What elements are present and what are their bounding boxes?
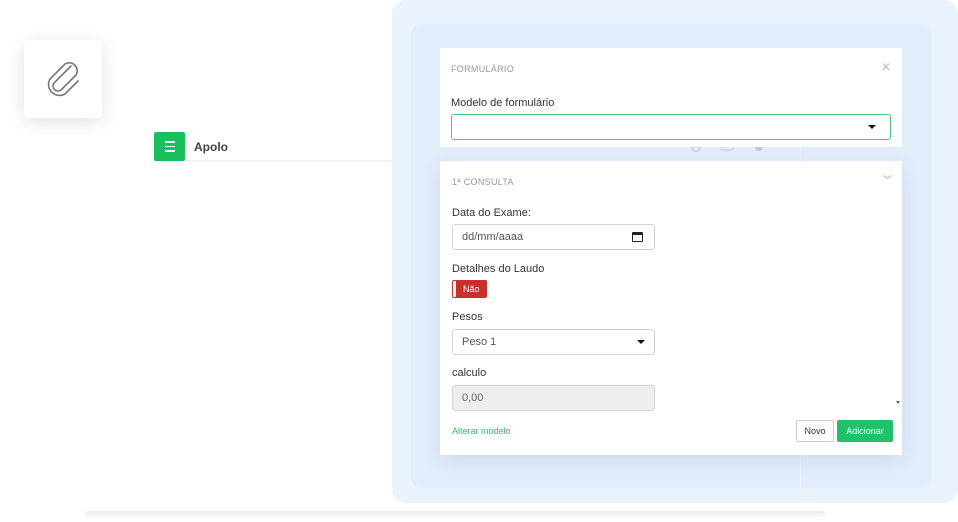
form-model-panel: FORMULÁRIO ✕ Modelo de formulário	[440, 48, 902, 147]
calc-value: 0,00	[462, 392, 484, 404]
calendar-icon[interactable]	[632, 232, 643, 242]
change-model-link[interactable]: Alterar modelo	[452, 426, 511, 436]
toggle-label: Não	[463, 284, 480, 294]
weights-value: Peso 1	[462, 336, 497, 348]
attachment-card	[24, 40, 102, 118]
add-button[interactable]: Adicionar	[837, 420, 893, 442]
scroll-down-arrow[interactable]	[896, 401, 900, 404]
panel-title: FORMULÁRIO	[451, 64, 515, 74]
close-icon[interactable]: ✕	[881, 60, 891, 74]
calc-label: calculo	[452, 367, 487, 379]
hamburger-icon[interactable]	[154, 132, 185, 161]
report-details-toggle[interactable]: Não	[452, 280, 487, 298]
caret-down-icon	[637, 340, 645, 344]
exam-date-input[interactable]: dd/mm/aaaa	[452, 224, 655, 250]
chevrons-down-icon[interactable]: ︾	[883, 173, 892, 186]
form-model-label: Modelo de formulário	[451, 97, 555, 109]
report-details-label: Detalhes do Laudo	[452, 263, 545, 275]
weights-select[interactable]: Peso 1	[452, 329, 655, 355]
toggle-knob	[453, 281, 456, 297]
consultation-panel: 1ª CONSULTA ︾ Data do Exame: dd/mm/aaaa …	[440, 161, 902, 455]
new-button[interactable]: Novo	[796, 420, 834, 442]
paperclip-icon	[41, 55, 85, 104]
caret-down-icon	[868, 125, 876, 129]
form-model-select[interactable]	[451, 114, 891, 140]
weights-label: Pesos	[452, 311, 483, 323]
background-card-shadow	[85, 511, 825, 517]
panel-title: 1ª CONSULTA	[452, 177, 514, 187]
exam-date-placeholder: dd/mm/aaaa	[462, 231, 524, 243]
exam-date-label: Data do Exame:	[452, 207, 531, 219]
calc-input: 0,00	[452, 385, 655, 411]
app-title: Apolo	[194, 140, 228, 154]
